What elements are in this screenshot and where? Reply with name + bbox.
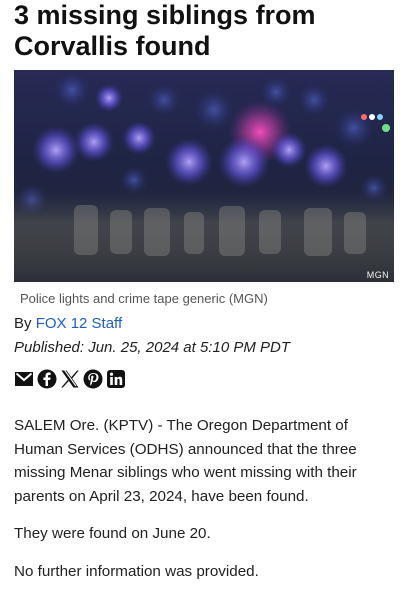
article-paragraph: They were found on June 20. [14, 525, 211, 542]
byline-prefix: By [14, 315, 32, 332]
pinterest-icon[interactable] [83, 369, 103, 389]
police-lights-image [14, 70, 394, 282]
article-headline: 3 missing siblings from Corvallis found [14, 0, 316, 61]
article-hero-image[interactable]: MGN [14, 70, 394, 282]
article-body: SALEM Ore. (KPTV) - The Oregon Departmen… [14, 414, 390, 597]
article-paragraph: No further information was provided. [14, 562, 259, 580]
article-paragraph: SALEM Ore. (KPTV) - The Oregon Departmen… [14, 417, 357, 505]
facebook-icon[interactable] [37, 369, 57, 389]
linkedin-icon[interactable] [106, 369, 126, 389]
article-byline: By FOX 12 Staff [14, 314, 122, 333]
article-page: 3 missing siblings from Corvallis found [0, 0, 404, 600]
x-icon[interactable] [60, 369, 80, 389]
share-bar [14, 368, 126, 390]
published-date: Published: Jun. 25, 2024 at 5:10 PM PDT [14, 339, 290, 356]
email-icon[interactable] [14, 369, 34, 389]
image-credit: MGN [366, 270, 389, 280]
image-caption: Police lights and crime tape generic (MG… [20, 291, 268, 306]
author-link[interactable]: FOX 12 Staff [36, 315, 122, 332]
